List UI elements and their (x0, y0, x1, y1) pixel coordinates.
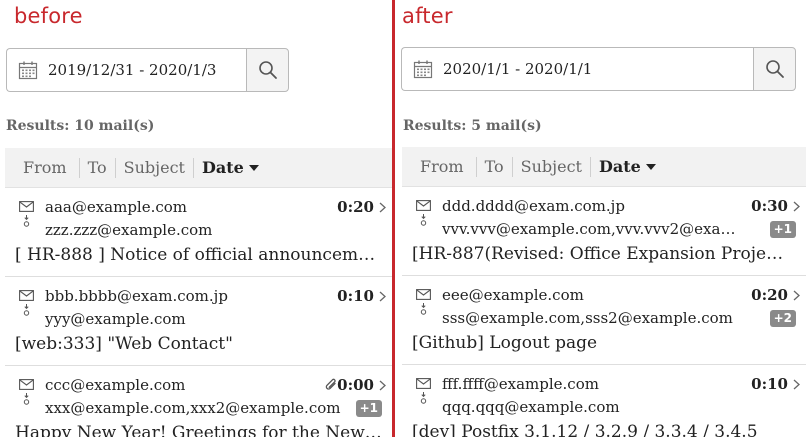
mail-subject: [Github] Logout page (412, 333, 598, 353)
down-arrow-icon (420, 303, 427, 315)
down-arrow-icon (23, 304, 30, 316)
panel-divider (392, 0, 395, 437)
mail-list: ddd.dddd@exam.com.jp 0:30 vvv.vvv@exampl… (402, 187, 806, 437)
envelope-icon (416, 378, 431, 389)
date-search-row: 2020/1/1 - 2020/1/1 (401, 47, 796, 91)
date-range-field[interactable]: 2019/12/31 - 2020/1/3 (6, 48, 246, 92)
results-count: Results: 10 mail(s) (6, 118, 155, 134)
sort-bar: From To Subject Date (402, 147, 806, 187)
chevron-right-icon (379, 380, 386, 391)
mail-to: vvv.vvv@example.com,vvv.vvv2@example.com (442, 220, 747, 238)
chevron-right-icon (793, 290, 800, 301)
search-button[interactable] (753, 47, 796, 91)
mail-list: aaa@example.com 0:20 zzz.zzz@example.com… (5, 188, 392, 437)
date-range-field[interactable]: 2020/1/1 - 2020/1/1 (401, 47, 753, 91)
mail-time: 0:00 (337, 376, 374, 394)
envelope-icon (19, 201, 34, 212)
panel-label: before (14, 4, 83, 28)
caret-down-icon (645, 163, 656, 170)
chevron-right-icon (379, 291, 386, 302)
recipient-count-badge: +2 (769, 310, 796, 327)
envelope-icon (19, 290, 34, 301)
paperclip-icon (325, 378, 336, 390)
mail-to: zzz.zzz@example.com (45, 221, 213, 239)
mail-from: ccc@example.com (45, 376, 186, 394)
chevron-right-icon (793, 201, 800, 212)
calendar-icon (413, 60, 433, 79)
mail-to: xxx@example.com,xxx2@example.com (45, 399, 341, 417)
mail-from: bbb.bbbb@exam.com.jp (45, 287, 228, 305)
mail-from: ddd.dddd@exam.com.jp (442, 197, 625, 215)
mail-item[interactable]: aaa@example.com 0:20 zzz.zzz@example.com… (5, 188, 392, 277)
mail-item[interactable]: ccc@example.com 0:00 xxx@example.com,xxx… (5, 366, 392, 437)
calendar-icon (18, 61, 38, 80)
sort-from[interactable]: From (420, 157, 476, 177)
recipient-count-badge: +1 (355, 400, 382, 417)
sort-from[interactable]: From (23, 158, 79, 178)
mail-item[interactable]: bbb.bbbb@exam.com.jp 0:10 yyy@example.co… (5, 277, 392, 366)
recipient-count-badge: +1 (769, 221, 796, 238)
date-range-value: 2020/1/1 - 2020/1/1 (443, 60, 593, 78)
down-arrow-icon (420, 392, 427, 404)
mail-from: fff.ffff@example.com (442, 375, 599, 393)
mail-time: 0:20 (751, 286, 788, 304)
chevron-right-icon (793, 379, 800, 390)
mail-subject: [HR-887(Revised: Office Expansion Projec… (412, 244, 788, 264)
mail-subject: [web:333] "Web Contact" (15, 334, 233, 354)
sort-date-label: Date (598, 156, 641, 176)
down-arrow-icon (420, 214, 427, 226)
sort-subject[interactable]: Subject (511, 156, 590, 177)
envelope-icon (416, 200, 431, 211)
search-icon (258, 61, 277, 79)
panel-label: after (402, 4, 453, 28)
down-arrow-icon (23, 215, 30, 227)
mail-to: yyy@example.com (45, 310, 186, 328)
mail-subject: [dev] Postfix 3.1.12 / 3.2.9 / 3.3.4 / 3… (412, 422, 758, 437)
mail-item[interactable]: fff.ffff@example.com 0:10 qqq.qqq@exampl… (402, 365, 806, 437)
date-search-row: 2019/12/31 - 2020/1/3 (6, 48, 289, 92)
results-count: Results: 5 mail(s) (403, 118, 542, 134)
mail-time: 0:10 (751, 375, 788, 393)
sort-date[interactable]: Date (192, 157, 267, 178)
down-arrow-icon (23, 393, 30, 405)
after-panel: after 2020/1/1 - 2020/1/1 Results: 5 mai… (398, 0, 806, 437)
envelope-icon (416, 289, 431, 300)
mail-from: eee@example.com (442, 286, 584, 304)
mail-subject: Happy New Year! Greetings for the New Ye… (15, 423, 385, 437)
search-button[interactable] (246, 48, 289, 92)
mail-subject: [ HR-888 ] Notice of official announceme… (15, 245, 385, 265)
before-panel: before 2019/12/31 - 2020/1/3 Results: 10… (0, 0, 392, 437)
envelope-icon (19, 379, 34, 390)
search-icon (765, 60, 784, 78)
sort-to[interactable]: To (475, 156, 512, 177)
sort-to[interactable]: To (78, 157, 115, 178)
mail-to: qqq.qqq@example.com (442, 398, 620, 416)
sort-subject[interactable]: Subject (114, 157, 193, 178)
sort-date-label: Date (201, 157, 244, 177)
mail-time: 0:20 (337, 198, 374, 216)
mail-from: aaa@example.com (45, 198, 188, 216)
caret-down-icon (248, 164, 259, 171)
mail-time: 0:10 (337, 287, 374, 305)
mail-to: sss@example.com,sss2@example.com (442, 309, 733, 327)
mail-time: 0:30 (751, 197, 788, 215)
sort-date[interactable]: Date (589, 156, 664, 177)
date-range-value: 2019/12/31 - 2020/1/3 (48, 61, 217, 79)
mail-item[interactable]: eee@example.com 0:20 sss@example.com,sss… (402, 276, 806, 365)
sort-bar: From To Subject Date (5, 148, 392, 188)
mail-item[interactable]: ddd.dddd@exam.com.jp 0:30 vvv.vvv@exampl… (402, 187, 806, 276)
chevron-right-icon (379, 202, 386, 213)
